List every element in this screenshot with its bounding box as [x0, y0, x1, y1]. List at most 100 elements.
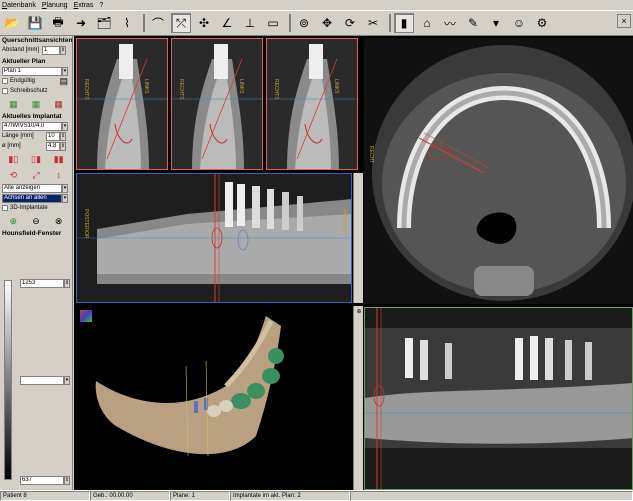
axial-view[interactable]: RECHT: [364, 38, 633, 304]
measure-icon[interactable]: ⊥: [240, 13, 260, 33]
implant-add-icon[interactable]: ▮▯: [3, 152, 23, 166]
implant-icon[interactable]: ✣: [194, 13, 214, 33]
menu-help[interactable]: ?: [99, 2, 103, 9]
alle-dropdown-icon[interactable]: ▾: [62, 183, 68, 193]
achsen-dropdown-icon[interactable]: ▾: [62, 193, 68, 203]
hf-top-spinner[interactable]: ⇕: [64, 279, 70, 288]
cross-section-view-2[interactable]: LINKS RECHTS: [171, 38, 263, 170]
laenge-spinner[interactable]: ⇕: [60, 131, 66, 141]
head-icon[interactable]: ☺: [509, 13, 529, 33]
settings-icon[interactable]: ⚙: [532, 13, 552, 33]
3d-scrollbar[interactable]: [353, 306, 363, 490]
durchmesser-label: ø [mm]: [2, 143, 21, 149]
3d-view[interactable]: [76, 306, 352, 490]
cross-label-links: LINKS: [143, 79, 149, 94]
rotate-icon[interactable]: ⟳: [340, 13, 360, 33]
plan-delete-icon[interactable]: ▦: [49, 97, 69, 111]
panoramic-scrollbar[interactable]: [353, 173, 363, 303]
alle-anzeigen-select[interactable]: Alle anzeigen: [2, 183, 62, 193]
pano-label-posterior: POSTERIOR: [83, 209, 89, 239]
left-panel: Querschnittsansichten Abstand [mm] 1 ⇕ A…: [0, 36, 73, 490]
print-icon[interactable]: 🖶: [48, 13, 68, 33]
cross-label-rechts: RECHTS: [273, 79, 279, 100]
implantate-3d-checkbox[interactable]: [2, 205, 8, 211]
reslice-zoom-icon[interactable]: ⊕: [355, 308, 363, 316]
reslice-view[interactable]: [364, 307, 633, 490]
cross-section-image: [77, 39, 167, 169]
cross-section-image: [267, 39, 357, 169]
plan-add-icon[interactable]: ▦: [3, 97, 23, 111]
tooth-icon[interactable]: ⌇: [117, 13, 137, 33]
panorama-icon[interactable]: ⌒: [148, 13, 168, 33]
implant-dropdown-icon[interactable]: ▾: [62, 121, 68, 131]
implant-select[interactable]: 47/WIVS10/4.0: [2, 121, 62, 131]
select-icon[interactable]: ▮: [394, 13, 414, 33]
abutment-remove-icon[interactable]: ⊖: [26, 214, 46, 228]
plan-copy-icon[interactable]: ▦: [26, 97, 46, 111]
cross-label-rechts: RECHTS: [178, 79, 184, 100]
laenge-input[interactable]: 10: [46, 131, 60, 141]
3d-orientation-cube-icon[interactable]: [80, 310, 92, 322]
menu-planung[interactable]: Planung: [42, 2, 68, 9]
axial-label-rechts: RECHT: [368, 146, 374, 164]
implant-axis-icon[interactable]: ↕: [49, 168, 69, 182]
status-geb: Geb.: 00.00.00: [90, 491, 170, 501]
menu-bar: Datenbank Planung Extras ?: [0, 0, 633, 10]
toolbar-separator: [389, 14, 391, 32]
status-plane: Plane: 1: [170, 491, 230, 501]
panoramic-view[interactable]: POSTERIOR ANTERIOR: [76, 173, 352, 303]
camera-icon[interactable]: ⊚: [294, 13, 314, 33]
hf-level-select[interactable]: [20, 376, 64, 385]
schreibschutz-checkbox[interactable]: [2, 88, 8, 94]
status-empty: [350, 491, 633, 501]
cross-label-rechts: RECHTS: [83, 79, 89, 100]
durchmesser-spinner[interactable]: ⇕: [60, 141, 66, 151]
close-button[interactable]: ×: [617, 14, 631, 28]
durchmesser-input[interactable]: 4.8: [46, 141, 60, 151]
toolbar: 📂 💾 🖶 ➜ 🗂 ⌇ ⌒ ⤱ ✣ ∠ ⊥ ▭ ⊚ ✥ ⟳ ✂ ▮ ⌂ 〰 ✎ …: [0, 10, 633, 36]
schreibschutz-label: Schreibschutz: [10, 88, 48, 94]
hf-bottom-spinner[interactable]: ⇕: [64, 476, 70, 485]
implant-tilt-icon[interactable]: ⤢: [26, 168, 46, 182]
menu-datenbank[interactable]: Datenbank: [2, 2, 36, 9]
hf-level-dropdown-icon[interactable]: ▾: [64, 376, 70, 385]
hf-bottom-input[interactable]: 637: [20, 476, 64, 485]
direction-icon[interactable]: ⤱: [171, 13, 191, 33]
open-icon[interactable]: 📂: [2, 13, 22, 33]
view-area: LINKS RECHTS LINKS RECHTS LINKS RECHTS R…: [74, 36, 633, 490]
abutment-add-icon[interactable]: ⊕: [3, 214, 23, 228]
implant-rotate-icon[interactable]: ⟲: [3, 168, 23, 182]
implant-remove-icon[interactable]: ▯▮: [26, 152, 46, 166]
pencil-icon[interactable]: ✎: [463, 13, 483, 33]
dropdown-icon[interactable]: ▾: [486, 13, 506, 33]
move-icon[interactable]: ✥: [317, 13, 337, 33]
cross-section-view-3[interactable]: LINKS RECHTS: [266, 38, 358, 170]
angle-icon[interactable]: ∠: [217, 13, 237, 33]
status-patient: Patient 8: [0, 491, 90, 501]
save-icon[interactable]: 💾: [25, 13, 45, 33]
hf-gradient-bar[interactable]: [4, 280, 12, 480]
plan-new-icon[interactable]: ▤: [59, 76, 68, 87]
arrow-icon[interactable]: ➜: [71, 13, 91, 33]
plan-select[interactable]: Plan 1: [2, 66, 62, 76]
menu-extras[interactable]: Extras: [74, 2, 94, 9]
abutment-edit-icon[interactable]: ⊗: [49, 214, 69, 228]
reslice-image: [365, 308, 632, 489]
abstand-spinner[interactable]: ⇕: [60, 45, 66, 55]
hf-top-input[interactable]: 1253: [20, 279, 64, 288]
section-implantat: Aktuelles Implantat: [2, 113, 62, 120]
ruler-icon[interactable]: ▭: [263, 13, 283, 33]
endgueltig-checkbox[interactable]: [2, 78, 8, 84]
abutment-icon[interactable]: ⌂: [417, 13, 437, 33]
plan-dropdown-icon[interactable]: ▾: [62, 66, 68, 76]
cut-icon[interactable]: ✂: [363, 13, 383, 33]
case-icon[interactable]: 🗂: [94, 13, 114, 33]
nerve-icon[interactable]: 〰: [440, 13, 460, 33]
toolbar-separator: [143, 14, 145, 32]
panoramic-image: [77, 174, 351, 302]
endgueltig-label: Endgültig: [10, 78, 36, 84]
achsen-select[interactable]: Achsen an allen: [2, 193, 62, 203]
cross-section-view-1[interactable]: LINKS RECHTS: [76, 38, 168, 170]
abstand-input[interactable]: 1: [42, 45, 60, 55]
implant-delete-icon[interactable]: ▮▮: [49, 152, 69, 166]
